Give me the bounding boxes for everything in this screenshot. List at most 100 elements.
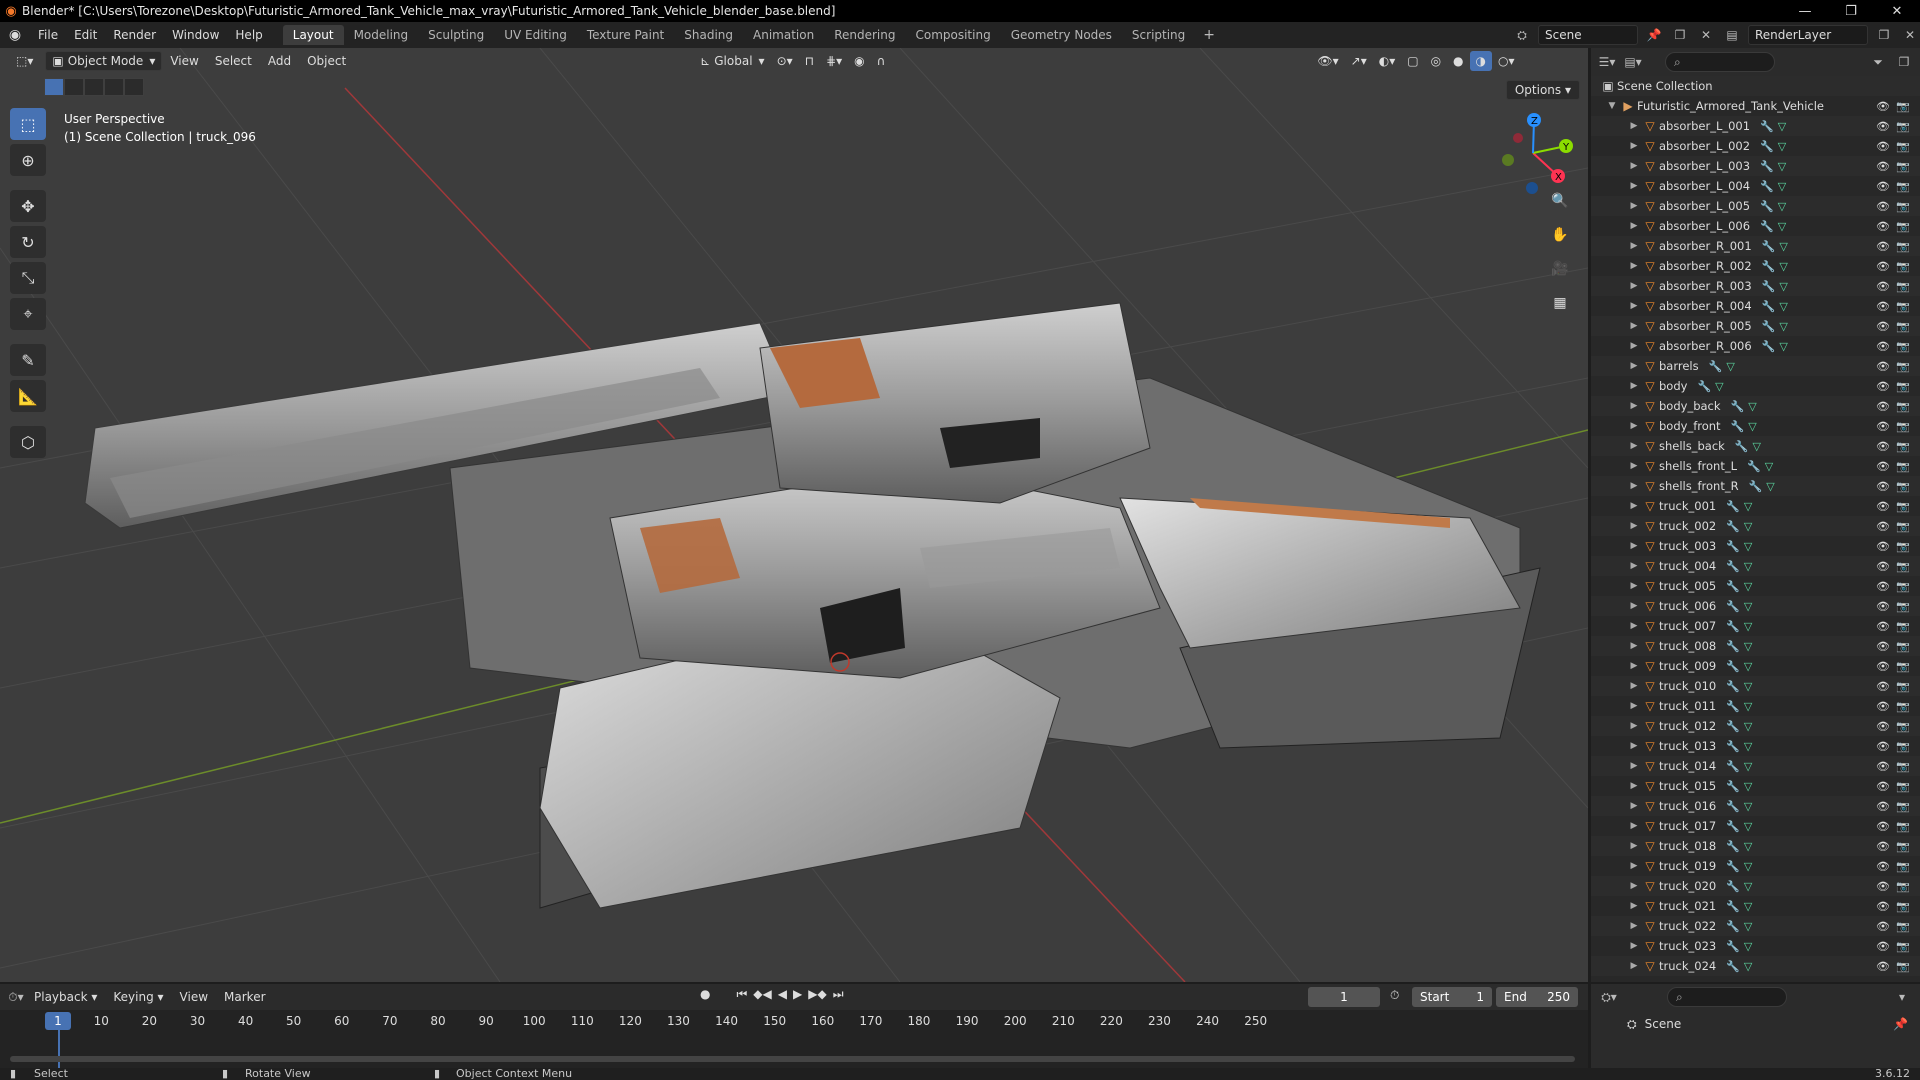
modifier-wrench-icon[interactable]: 🔧 (1726, 520, 1740, 533)
mesh-data-icon[interactable]: ▽ (1744, 920, 1752, 933)
render-camera-icon[interactable]: 📷 (1896, 580, 1910, 593)
outliner-object-row[interactable]: ▶ ▽ truck_005 🔧 ▽ 👁 📷 (1591, 576, 1920, 596)
mesh-data-icon[interactable]: ▽ (1744, 500, 1752, 513)
visibility-eye-icon[interactable]: 👁 (1876, 700, 1890, 713)
expand-arrow-icon[interactable]: ▶ (1627, 721, 1641, 731)
tab-scripting[interactable]: Scripting (1122, 25, 1195, 45)
pivot-point-icon[interactable]: ⊙▾ (771, 51, 799, 71)
render-camera-icon[interactable]: 📷 (1896, 680, 1910, 693)
outliner-object-row[interactable]: ▶ ▽ shells_front_R 🔧 ▽ 👁 📷 (1591, 476, 1920, 496)
visibility-eye-icon[interactable]: 👁 (1876, 240, 1890, 253)
render-camera-icon[interactable]: 📷 (1896, 440, 1910, 453)
overlay-toggle-icon[interactable]: ◐▾ (1373, 51, 1402, 71)
expand-arrow-icon[interactable]: ▶ (1627, 581, 1641, 591)
visibility-eye-icon[interactable]: 👁 (1876, 520, 1890, 533)
expand-arrow-icon[interactable]: ▶ (1627, 641, 1641, 651)
outliner-object-row[interactable]: ▶ ▽ absorber_R_006 🔧 ▽ 👁 📷 (1591, 336, 1920, 356)
visibility-eye-icon[interactable]: 👁 (1876, 740, 1890, 753)
menu-file[interactable]: File (30, 22, 66, 48)
modifier-wrench-icon[interactable]: 🔧 (1762, 280, 1776, 293)
mesh-data-icon[interactable]: ▽ (1778, 120, 1786, 133)
scene-icon[interactable]: ⛭ (1512, 25, 1532, 45)
visibility-eye-icon[interactable]: 👁 (1876, 820, 1890, 833)
render-camera-icon[interactable]: 📷 (1896, 120, 1910, 133)
outliner-editor-type-icon[interactable]: ☰▾ (1597, 52, 1617, 72)
modifier-wrench-icon[interactable]: 🔧 (1726, 900, 1740, 913)
tab-layout[interactable]: Layout (282, 25, 344, 45)
mesh-data-icon[interactable]: ▽ (1744, 800, 1752, 813)
menu-edit[interactable]: Edit (66, 22, 105, 48)
expand-arrow-icon[interactable]: ▶ (1627, 861, 1641, 871)
expand-arrow-icon[interactable]: ▶ (1627, 321, 1641, 331)
render-camera-icon[interactable]: 📷 (1896, 600, 1910, 613)
visibility-eye-icon[interactable]: 👁 (1876, 800, 1890, 813)
outliner-object-row[interactable]: ▶ ▽ absorber_R_004 🔧 ▽ 👁 📷 (1591, 296, 1920, 316)
expand-arrow-icon[interactable]: ▶ (1627, 601, 1641, 611)
mesh-data-icon[interactable]: ▽ (1779, 320, 1787, 333)
render-camera-icon[interactable]: 📷 (1896, 840, 1910, 853)
play-reverse-icon[interactable]: ◀ (778, 987, 787, 1002)
visibility-eye-icon[interactable]: 👁 (1876, 140, 1890, 153)
pin-icon[interactable]: 📌 (1644, 25, 1664, 45)
expand-arrow-icon[interactable]: ▶ (1627, 141, 1641, 151)
expand-arrow-icon[interactable]: ▶ (1627, 921, 1641, 931)
expand-arrow-icon[interactable]: ▶ (1627, 881, 1641, 891)
modifier-wrench-icon[interactable]: 🔧 (1726, 760, 1740, 773)
modifier-wrench-icon[interactable]: 🔧 (1726, 700, 1740, 713)
visibility-eye-icon[interactable]: 👁 (1876, 200, 1890, 213)
mesh-data-icon[interactable]: ▽ (1779, 280, 1787, 293)
render-camera-icon[interactable]: 📷 (1896, 540, 1910, 553)
modifier-wrench-icon[interactable]: 🔧 (1747, 460, 1761, 473)
outliner-object-row[interactable]: ▶ ▽ body_back 🔧 ▽ 👁 📷 (1591, 396, 1920, 416)
visibility-eye-icon[interactable]: 👁 (1876, 940, 1890, 953)
restore-button[interactable]: ❐ (1828, 0, 1874, 22)
outliner-object-row[interactable]: ▶ ▽ barrels 🔧 ▽ 👁 📷 (1591, 356, 1920, 376)
shading-solid-icon[interactable]: ● (1447, 51, 1469, 71)
modifier-wrench-icon[interactable]: 🔧 (1726, 880, 1740, 893)
jump-end-icon[interactable]: ⏭ (833, 987, 844, 1002)
next-keyframe-icon[interactable]: ▶◆ (808, 987, 826, 1002)
outliner-object-row[interactable]: ▶ ▽ truck_004 🔧 ▽ 👁 📷 (1591, 556, 1920, 576)
outliner-object-row[interactable]: ▶ ▽ absorber_L_006 🔧 ▽ 👁 📷 (1591, 216, 1920, 236)
visibility-eye-icon[interactable]: 👁 (1876, 460, 1890, 473)
tab-modeling[interactable]: Modeling (344, 25, 419, 45)
visibility-eye-icon[interactable]: 👁 (1876, 440, 1890, 453)
render-camera-icon[interactable]: 📷 (1896, 560, 1910, 573)
mesh-data-icon[interactable]: ▽ (1748, 400, 1756, 413)
modifier-wrench-icon[interactable]: 🔧 (1731, 420, 1745, 433)
modifier-wrench-icon[interactable]: 🔧 (1762, 340, 1776, 353)
scale-tool-icon[interactable]: ⤡ (10, 262, 46, 294)
start-frame-field[interactable]: Start 1 (1412, 987, 1492, 1007)
mesh-data-icon[interactable]: ▽ (1744, 660, 1752, 673)
mesh-data-icon[interactable]: ▽ (1744, 740, 1752, 753)
modifier-wrench-icon[interactable]: 🔧 (1760, 140, 1774, 153)
mesh-data-icon[interactable]: ▽ (1748, 420, 1756, 433)
expand-arrow-icon[interactable]: ▶ (1627, 661, 1641, 671)
mesh-data-icon[interactable]: ▽ (1744, 720, 1752, 733)
modifier-wrench-icon[interactable]: 🔧 (1726, 780, 1740, 793)
display-mode-icon[interactable]: ▤▾ (1623, 52, 1643, 72)
render-camera-icon[interactable]: 📷 (1896, 480, 1910, 493)
visibility-eye-icon[interactable]: 👁 (1876, 320, 1890, 333)
prev-keyframe-icon[interactable]: ◆◀ (753, 987, 771, 1002)
expand-arrow-icon[interactable]: ▶ (1627, 741, 1641, 751)
gizmo-toggle-icon[interactable]: ↗▾ (1345, 51, 1373, 71)
delete-scene-icon[interactable]: ✕ (1696, 25, 1716, 45)
visibility-icon[interactable]: 👁▾ (1311, 51, 1344, 71)
mesh-data-icon[interactable]: ▽ (1744, 520, 1752, 533)
modifier-wrench-icon[interactable]: 🔧 (1735, 440, 1749, 453)
expand-arrow-icon[interactable]: ▶ (1627, 441, 1641, 451)
outliner-object-row[interactable]: ▶ ▽ shells_front_L 🔧 ▽ 👁 📷 (1591, 456, 1920, 476)
select-invert-icon[interactable] (104, 78, 124, 96)
add-workspace-button[interactable]: + (1195, 27, 1223, 43)
render-camera-icon[interactable]: 📷 (1896, 520, 1910, 533)
modifier-wrench-icon[interactable]: 🔧 (1709, 360, 1723, 373)
properties-editor-type-icon[interactable]: ⛭▾ (1599, 987, 1619, 1007)
visibility-eye-icon[interactable]: 👁 (1876, 100, 1890, 113)
visibility-eye-icon[interactable]: 👁 (1876, 220, 1890, 233)
visibility-eye-icon[interactable]: 👁 (1876, 680, 1890, 693)
outliner-object-row[interactable]: ▶ ▽ absorber_R_001 🔧 ▽ 👁 📷 (1591, 236, 1920, 256)
transform-orientation-dropdown[interactable]: ⊾ Global ▾ (694, 51, 770, 71)
render-camera-icon[interactable]: 📷 (1896, 160, 1910, 173)
mesh-data-icon[interactable]: ▽ (1778, 140, 1786, 153)
